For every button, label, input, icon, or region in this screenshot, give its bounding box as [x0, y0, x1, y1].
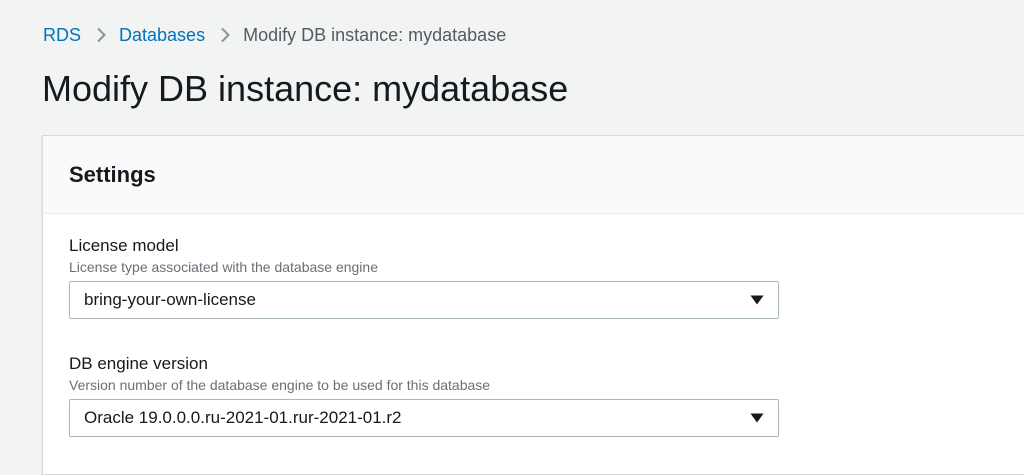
license-model-select[interactable]: bring-your-own-license	[69, 281, 779, 319]
caret-down-icon	[750, 295, 764, 305]
breadcrumb-link-databases[interactable]: Databases	[119, 25, 205, 46]
engine-version-label: DB engine version	[69, 354, 208, 373]
engine-version-field: DB engine version Version number of the …	[69, 353, 779, 437]
license-model-field: License model License type associated wi…	[69, 235, 779, 319]
breadcrumb: RDS Databases Modify DB instance: mydata…	[43, 22, 506, 48]
license-model-description: License type associated with the databas…	[69, 259, 378, 275]
license-model-label: License model	[69, 236, 179, 255]
page-title: Modify DB instance: mydatabase	[42, 68, 569, 109]
breadcrumb-link-rds[interactable]: RDS	[43, 25, 81, 46]
breadcrumb-current: Modify DB instance: mydatabase	[243, 24, 507, 45]
engine-version-description: Version number of the database engine to…	[69, 377, 491, 393]
license-model-value: bring-your-own-license	[84, 290, 256, 309]
chevron-right-icon	[96, 27, 106, 43]
settings-title: Settings	[69, 161, 156, 187]
engine-version-select[interactable]: Oracle 19.0.0.0.ru-2021-01.rur-2021-01.r…	[69, 399, 779, 437]
chevron-right-icon	[220, 27, 230, 43]
settings-panel-header: Settings	[43, 136, 1024, 214]
caret-down-icon	[750, 413, 764, 423]
settings-panel: Settings License model License type asso…	[42, 135, 1024, 475]
engine-version-value: Oracle 19.0.0.0.ru-2021-01.rur-2021-01.r…	[84, 408, 402, 427]
